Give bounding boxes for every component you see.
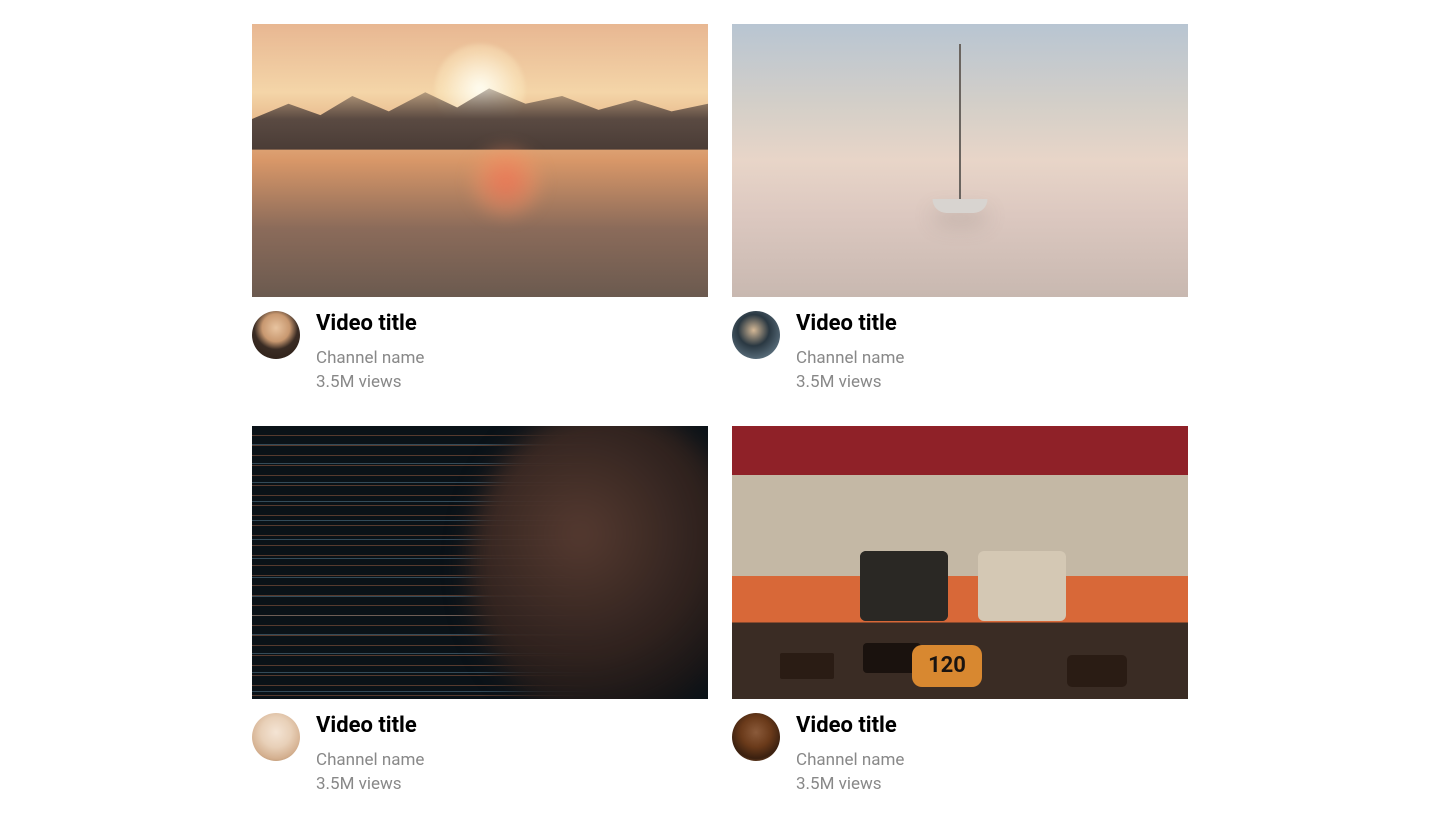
video-thumbnail[interactable] <box>252 24 708 297</box>
view-count: 3.5M views <box>316 773 424 795</box>
view-count: 3.5M views <box>316 371 424 393</box>
video-thumbnail[interactable] <box>732 24 1188 297</box>
video-meta: Video title Channel name 3.5M views <box>252 699 708 796</box>
channel-avatar[interactable] <box>252 311 300 359</box>
video-title[interactable]: Video title <box>316 713 424 739</box>
channel-name[interactable]: Channel name <box>316 749 424 771</box>
channel-name[interactable]: Channel name <box>796 749 904 771</box>
video-meta: Video title Channel name 3.5M views <box>732 297 1188 394</box>
video-meta: Video title Channel name 3.5M views <box>732 699 1188 796</box>
view-count: 3.5M views <box>796 773 904 795</box>
channel-avatar[interactable] <box>252 713 300 761</box>
video-card: Video title Channel name 3.5M views <box>252 24 708 394</box>
video-grid: Video title Channel name 3.5M views Vide… <box>0 0 1440 819</box>
video-title[interactable]: Video title <box>316 311 424 337</box>
video-meta-text: Video title Channel name 3.5M views <box>316 311 424 394</box>
channel-name[interactable]: Channel name <box>796 347 904 369</box>
video-card: Video title Channel name 3.5M views <box>252 426 708 796</box>
video-meta-text: Video title Channel name 3.5M views <box>796 713 904 796</box>
video-meta-text: Video title Channel name 3.5M views <box>316 713 424 796</box>
video-thumbnail[interactable] <box>252 426 708 699</box>
video-card: Video title Channel name 3.5M views <box>732 426 1188 796</box>
channel-avatar[interactable] <box>732 713 780 761</box>
video-card: Video title Channel name 3.5M views <box>732 24 1188 394</box>
video-title[interactable]: Video title <box>796 713 904 739</box>
video-title[interactable]: Video title <box>796 311 904 337</box>
channel-avatar[interactable] <box>732 311 780 359</box>
video-meta-text: Video title Channel name 3.5M views <box>796 311 904 394</box>
channel-name[interactable]: Channel name <box>316 347 424 369</box>
video-thumbnail[interactable] <box>732 426 1188 699</box>
view-count: 3.5M views <box>796 371 904 393</box>
video-meta: Video title Channel name 3.5M views <box>252 297 708 394</box>
